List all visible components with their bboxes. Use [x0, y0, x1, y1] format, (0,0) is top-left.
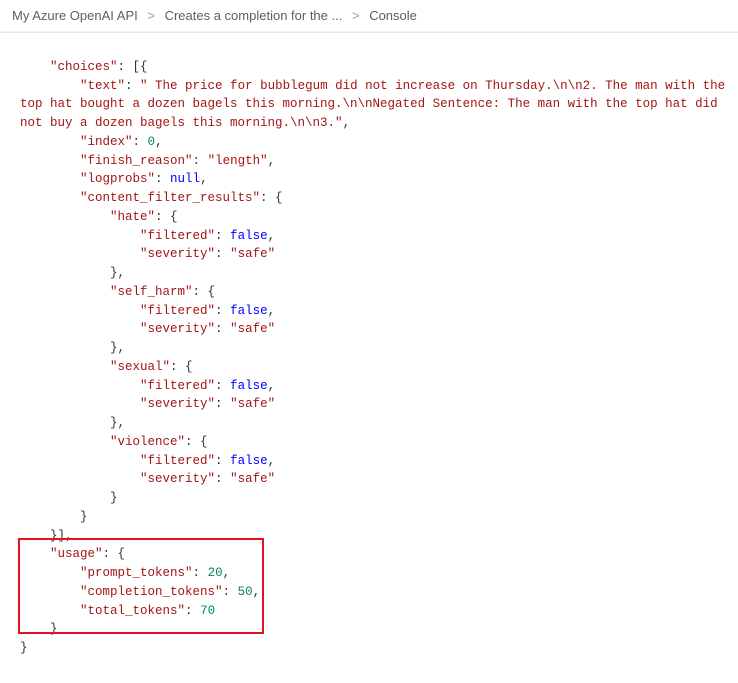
- breadcrumb: My Azure OpenAI API > Creates a completi…: [0, 0, 738, 32]
- json-key-content-filter: "content_filter_results": [80, 191, 260, 205]
- json-key-text: "text": [80, 79, 125, 93]
- json-value-completion-tokens: 50: [238, 585, 253, 599]
- breadcrumb-item-operation[interactable]: Creates a completion for the ...: [165, 8, 343, 23]
- json-key-violence: "violence": [110, 435, 185, 449]
- json-key-filtered: "filtered": [140, 304, 215, 318]
- json-value-filtered: false: [230, 304, 268, 318]
- json-key-finish-reason: "finish_reason": [80, 154, 193, 168]
- json-key-filtered: "filtered": [140, 454, 215, 468]
- json-value-filtered: false: [230, 229, 268, 243]
- json-value-logprobs: null: [170, 172, 200, 186]
- json-line: }: [20, 641, 28, 655]
- json-line: }],: [20, 529, 73, 543]
- json-key-hate: "hate": [110, 210, 155, 224]
- json-line: "finish_reason": "length",: [20, 154, 275, 168]
- json-value-filtered: false: [230, 379, 268, 393]
- json-line: "severity": "safe": [20, 472, 275, 486]
- json-key-filtered: "filtered": [140, 229, 215, 243]
- json-value-severity: "safe": [230, 397, 275, 411]
- json-line: "index": 0,: [20, 135, 163, 149]
- json-line: }: [20, 622, 58, 636]
- json-value-severity: "safe": [230, 322, 275, 336]
- json-key-severity: "severity": [140, 397, 215, 411]
- json-line: "text": " The price for bubblegum did no…: [20, 79, 733, 131]
- json-key-usage: "usage": [50, 547, 103, 561]
- json-line: "total_tokens": 70: [20, 604, 215, 618]
- json-key-logprobs: "logprobs": [80, 172, 155, 186]
- json-line: "prompt_tokens": 20,: [20, 566, 230, 580]
- json-line: "filtered": false,: [20, 454, 275, 468]
- json-response-viewer: "choices": [{ "text": " The price for bu…: [0, 32, 738, 683]
- json-line: "filtered": false,: [20, 304, 275, 318]
- json-line: },: [20, 266, 125, 280]
- json-line: "filtered": false,: [20, 229, 275, 243]
- json-line: }: [20, 510, 88, 524]
- json-line: },: [20, 416, 125, 430]
- json-value-prompt-tokens: 20: [208, 566, 223, 580]
- json-key-filtered: "filtered": [140, 379, 215, 393]
- json-line: "choices": [{: [20, 60, 148, 74]
- json-line: "self_harm": {: [20, 285, 215, 299]
- json-value-severity: "safe": [230, 247, 275, 261]
- breadcrumb-item-console[interactable]: Console: [369, 8, 417, 23]
- json-key-prompt-tokens: "prompt_tokens": [80, 566, 193, 580]
- json-line: "sexual": {: [20, 360, 193, 374]
- json-key-severity: "severity": [140, 247, 215, 261]
- json-value-finish-reason: "length": [208, 154, 268, 168]
- json-key-completion-tokens: "completion_tokens": [80, 585, 223, 599]
- json-line: "severity": "safe": [20, 322, 275, 336]
- json-line: "severity": "safe": [20, 247, 275, 261]
- json-key-index: "index": [80, 135, 133, 149]
- json-key-choices: "choices": [50, 60, 118, 74]
- json-line: },: [20, 341, 125, 355]
- json-line: "filtered": false,: [20, 379, 275, 393]
- json-line: "logprobs": null,: [20, 172, 208, 186]
- json-key-severity: "severity": [140, 472, 215, 486]
- breadcrumb-separator: >: [352, 8, 360, 23]
- json-line: "completion_tokens": 50,: [20, 585, 260, 599]
- json-line: }: [20, 491, 118, 505]
- json-line: "violence": {: [20, 435, 208, 449]
- json-key-self-harm: "self_harm": [110, 285, 193, 299]
- json-value-severity: "safe": [230, 472, 275, 486]
- json-line: "hate": {: [20, 210, 178, 224]
- json-line: "content_filter_results": {: [20, 191, 283, 205]
- json-key-sexual: "sexual": [110, 360, 170, 374]
- breadcrumb-item-api[interactable]: My Azure OpenAI API: [12, 8, 138, 23]
- json-value-filtered: false: [230, 454, 268, 468]
- json-line: "usage": {: [20, 547, 125, 561]
- json-value-total-tokens: 70: [200, 604, 215, 618]
- breadcrumb-separator: >: [147, 8, 155, 23]
- json-value-index: 0: [148, 135, 156, 149]
- json-key-total-tokens: "total_tokens": [80, 604, 185, 618]
- json-line: "severity": "safe": [20, 397, 275, 411]
- json-key-severity: "severity": [140, 322, 215, 336]
